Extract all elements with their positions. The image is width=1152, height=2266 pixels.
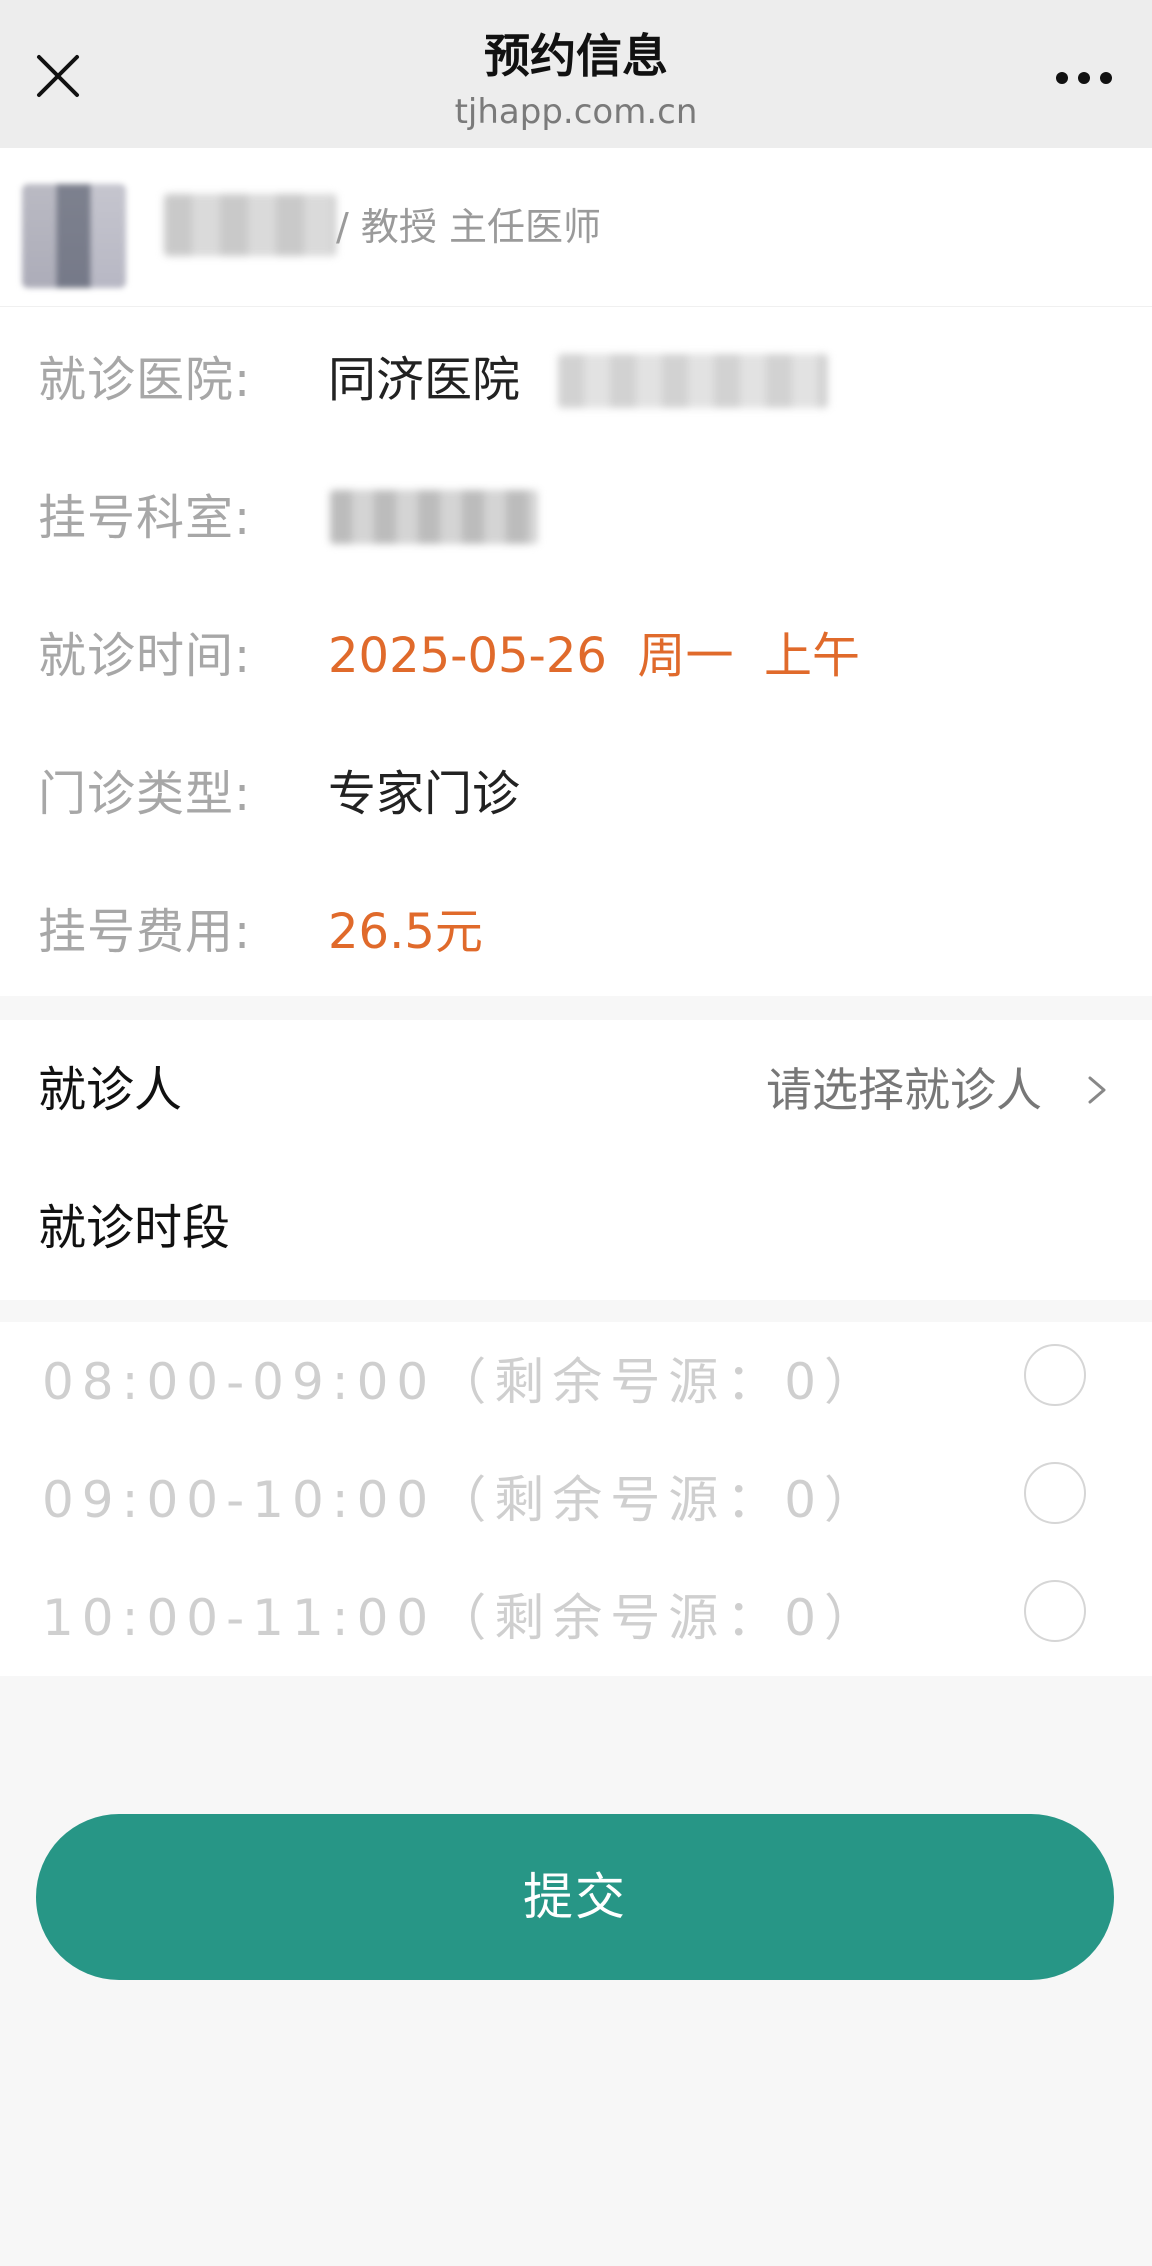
- time-slot-option[interactable]: 10:00-11:00（剩余号源：0）: [0, 1558, 1152, 1676]
- time-slot-option[interactable]: 09:00-10:00（剩余号源：0）: [0, 1440, 1152, 1558]
- time-slot-list: 08:00-09:00（剩余号源：0） 09:00-10:00（剩余号源：0） …: [0, 1322, 1152, 1676]
- time-slot-radio[interactable]: [1024, 1580, 1086, 1642]
- appointment-info-card: / 教授 主任医师 就诊医院: 同济医院 挂号科室: 就诊时间: 2025-05…: [0, 148, 1152, 996]
- time-slot-radio[interactable]: [1024, 1462, 1086, 1524]
- chevron-right-icon: [1088, 1076, 1106, 1104]
- department-value-redacted: [330, 490, 538, 544]
- time-slot-radio[interactable]: [1024, 1344, 1086, 1406]
- patient-selector[interactable]: 就诊人 请选择就诊人: [0, 1020, 1152, 1160]
- patient-label: 就诊人: [38, 1062, 183, 1118]
- hospital-value: 同济医院: [328, 352, 521, 408]
- hospital-row: 就诊医院: 同济医院: [0, 306, 1152, 446]
- time-value: 2025-05-26 周一 上午: [328, 628, 860, 684]
- time-slot-text: 10:00-11:00（剩余号源：0）: [42, 1589, 883, 1647]
- more-button[interactable]: [1044, 50, 1124, 106]
- more-icon: [1056, 72, 1112, 84]
- fee-value: 26.5元: [328, 904, 483, 960]
- clinic-type-label: 门诊类型:: [38, 766, 252, 822]
- time-slot-text: 09:00-10:00（剩余号源：0）: [42, 1471, 883, 1529]
- time-slot-header-label: 就诊时段: [38, 1200, 231, 1256]
- department-row: 挂号科室:: [0, 444, 1152, 584]
- fee-row: 挂号费用: 26.5元: [0, 858, 1152, 998]
- clinic-type-row: 门诊类型: 专家门诊: [0, 720, 1152, 860]
- doctor-title: / 教授 主任医师: [336, 205, 601, 249]
- fee-label: 挂号费用:: [38, 904, 252, 960]
- department-label: 挂号科室:: [38, 490, 252, 546]
- page-domain: tjhapp.com.cn: [454, 92, 698, 132]
- clinic-type-value: 专家门诊: [328, 766, 521, 822]
- doctor-name-redacted: [164, 194, 336, 256]
- hospital-label: 就诊医院:: [38, 352, 252, 408]
- doctor-row: / 教授 主任医师: [0, 148, 1152, 307]
- submit-button[interactable]: 提交: [36, 1814, 1114, 1980]
- time-slot-header: 就诊时段: [0, 1160, 1152, 1300]
- title-bar: 预约信息 tjhapp.com.cn: [0, 0, 1152, 148]
- patient-placeholder: 请选择就诊人: [766, 1063, 1042, 1117]
- doctor-avatar: [22, 184, 126, 288]
- time-row: 就诊时间: 2025-05-26 周一 上午: [0, 582, 1152, 722]
- hospital-branch-redacted: [558, 354, 828, 408]
- time-slot-text: 08:00-09:00（剩余号源：0）: [42, 1353, 883, 1411]
- time-label: 就诊时间:: [38, 628, 252, 684]
- time-slot-option[interactable]: 08:00-09:00（剩余号源：0）: [0, 1322, 1152, 1440]
- page-title: 预约信息: [484, 29, 668, 83]
